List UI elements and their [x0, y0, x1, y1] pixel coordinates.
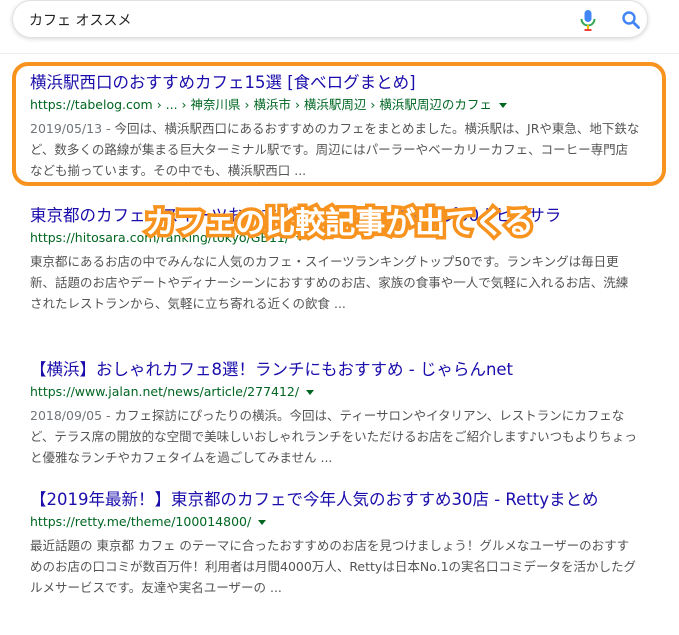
result-url-text: https://www.jalan.net/news/article/27741…: [30, 384, 300, 399]
search-result: 【2019年最新！】東京都のカフェで今年人気のおすすめ30店 - Rettyまと…: [30, 487, 640, 598]
caret-down-icon[interactable]: [498, 103, 507, 108]
result-date: 2019/05/13 -: [30, 121, 115, 136]
result-snippet-text: カフェ探訪にぴったりの横浜。今回は、ティーサロンやイタリアン、レストランにカフェ…: [30, 408, 637, 465]
result-title-link[interactable]: 【横浜】おしゃれカフェ8選！ランチにもおすすめ - じゃらんnet: [30, 357, 640, 382]
result-snippet: 2018/09/05 - カフェ探訪にぴったりの横浜。今回は、ティーサロンやイタ…: [30, 405, 640, 468]
result-snippet: 東京都にあるお店の中でみんなに人気のカフェ・スイーツランキングトップ50です。ラ…: [30, 251, 640, 314]
search-icon[interactable]: [621, 10, 641, 30]
search-result: 横浜駅西口のおすすめカフェ15選 [食べログまとめ] https://tabel…: [30, 70, 640, 181]
result-url-text: https://retty.me/theme/100014800/: [30, 514, 252, 529]
result-snippet-text: 今回は、横浜駅西口にあるおすすめのカフェをまとめました。横浜駅は、JRや東急、地…: [30, 121, 640, 178]
header-divider: [0, 53, 679, 54]
result-snippet-text: 最近話題の 東京都 カフェ のテーマに合ったおすすめのお店を見つけましょう！グル…: [30, 538, 637, 595]
result-snippet: 最近話題の 東京都 カフェ のテーマに合ったおすすめのお店を見つけましょう！グル…: [30, 535, 640, 598]
search-box[interactable]: カフェ オススメ: [12, 0, 648, 38]
result-snippet: 2019/05/13 - 今回は、横浜駅西口にあるおすすめのカフェをまとめました…: [30, 118, 640, 181]
annotation-callout-text: カフェの比較記事が出てくる: [145, 206, 534, 241]
caret-down-icon[interactable]: [258, 520, 267, 525]
caret-down-icon[interactable]: [306, 390, 315, 395]
result-title-link[interactable]: 横浜駅西口のおすすめカフェ15選 [食べログまとめ]: [30, 70, 640, 95]
search-input[interactable]: カフェ オススメ: [29, 10, 131, 30]
result-snippet-text: 東京都にあるお店の中でみんなに人気のカフェ・スイーツランキングトップ50です。ラ…: [30, 254, 629, 311]
annotation-callout: カフェの比較記事が出てくる カフェの比較記事が出てくる: [0, 198, 679, 245]
result-title-link[interactable]: 【2019年最新！】東京都のカフェで今年人気のおすすめ30店 - Rettyまと…: [30, 487, 640, 512]
search-result: 【横浜】おしゃれカフェ8選！ランチにもおすすめ - じゃらんnet https:…: [30, 357, 640, 468]
result-date: 2018/09/05 -: [30, 408, 115, 423]
result-url-text: https://tabelog.com › ... › 神奈川県 › 横浜市 ›…: [30, 97, 492, 112]
microphone-icon[interactable]: [579, 9, 597, 31]
result-url: https://www.jalan.net/news/article/27741…: [30, 382, 640, 402]
result-url: https://tabelog.com › ... › 神奈川県 › 横浜市 ›…: [30, 95, 640, 115]
result-url: https://retty.me/theme/100014800/: [30, 512, 640, 532]
